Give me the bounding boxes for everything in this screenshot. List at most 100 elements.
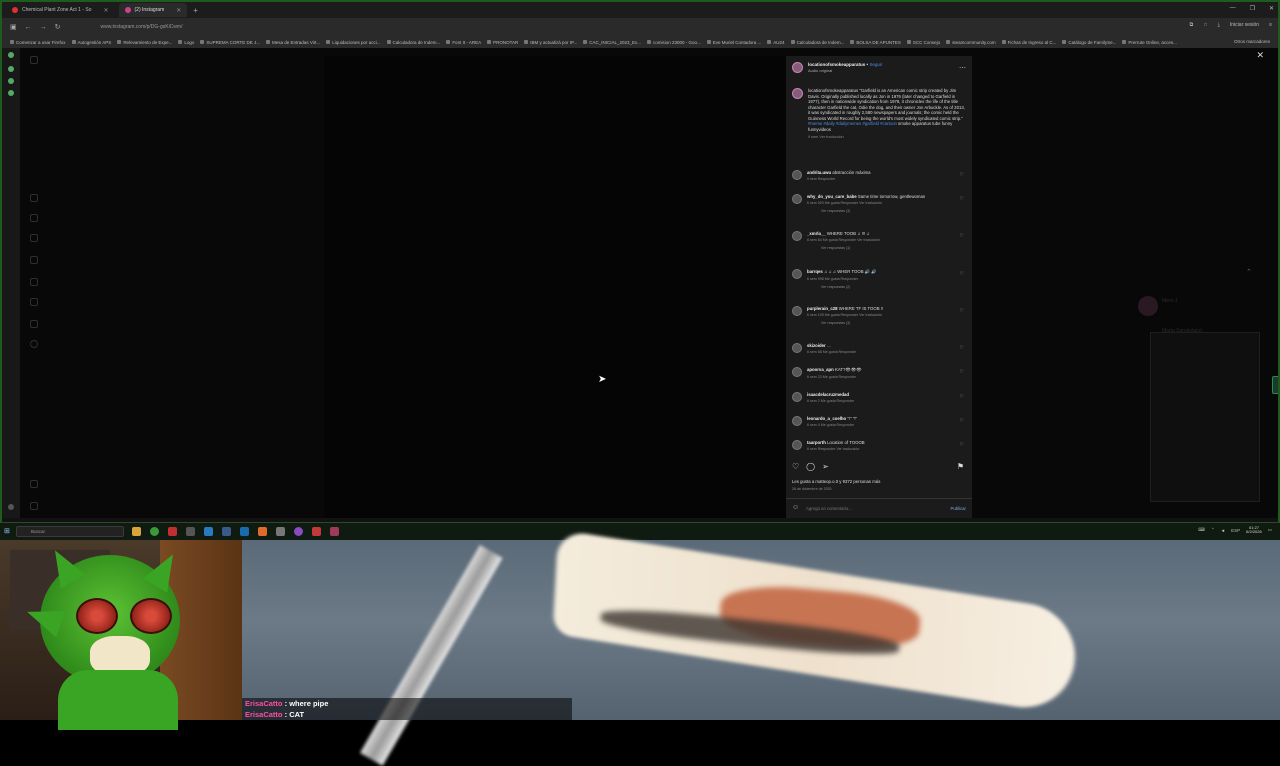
clock[interactable]: 01:27 6/2/2026	[1246, 525, 1262, 535]
bookmark-item[interactable]: Relevamiento de Expe...	[117, 40, 172, 45]
comment-username[interactable]: leonardo_a_coelho	[807, 416, 846, 421]
like-comment-icon[interactable]: ♡	[960, 172, 964, 178]
avatar[interactable]	[792, 269, 802, 279]
avatar[interactable]	[792, 231, 802, 241]
close-tab-icon[interactable]: ✕	[176, 7, 181, 14]
notifications-icon[interactable]: ▭	[1268, 527, 1272, 533]
like-comment-icon[interactable]: ♡	[960, 308, 964, 314]
bookmark-item[interactable]: Fichas de Ingreso al C...	[1001, 40, 1056, 45]
side-panel-tab[interactable]	[1272, 376, 1278, 394]
minimize-icon[interactable]: —	[1230, 5, 1236, 12]
bookmarks-icon[interactable]	[8, 90, 14, 96]
comment-username[interactable]: isaacdelacruzmedad	[807, 392, 849, 397]
volume-icon[interactable]: ◄	[1221, 528, 1225, 533]
comment-input[interactable]: Agrega un comentario...	[806, 506, 852, 511]
bookmark-item[interactable]: SUPREMA CORTE DE J...	[200, 40, 260, 45]
bookmark-item[interactable]: Liquidaciones por acci...	[326, 40, 381, 45]
download-icon[interactable]: ⤓	[1218, 22, 1220, 28]
view-replies-link[interactable]: Ver respuestas (3)	[821, 321, 883, 325]
back-icon[interactable]: ←	[25, 24, 32, 31]
comment-username[interactable]: why_do_you_care_babe	[807, 194, 857, 199]
other-bookmarks[interactable]: Otros marcadores	[1234, 39, 1270, 44]
publish-button[interactable]: Publicar	[950, 506, 966, 511]
like-comment-icon[interactable]: ♡	[960, 271, 964, 277]
caption-hashtags[interactable]: #meme #daily #dailymemes #garfield #cart…	[808, 121, 897, 126]
obs-icon[interactable]	[294, 527, 303, 536]
vscode-icon[interactable]	[240, 527, 249, 536]
sidebar-toggle-icon[interactable]: ▣	[10, 23, 17, 31]
reel-video[interactable]	[324, 56, 786, 518]
language-indicator[interactable]: ESP	[1231, 528, 1240, 533]
emoji-icon[interactable]: ☺	[792, 504, 799, 511]
wifi-icon[interactable]: ⌃	[1211, 527, 1215, 533]
like-comment-icon[interactable]: ♡	[960, 418, 964, 424]
extensions-icon[interactable]: ⧉	[1190, 22, 1194, 28]
tab-instagram[interactable]: (2) Instagram ✕	[118, 3, 188, 17]
comment-username[interactable]: _xmrla__	[807, 231, 826, 236]
view-replies-link[interactable]: Ver respuestas (1)	[821, 246, 880, 250]
avatar[interactable]	[792, 440, 802, 450]
bookmark-item[interactable]: Calculadora de Indem...	[790, 40, 844, 45]
bookmark-item[interactable]: Catálogo de FamilySe...	[1062, 40, 1116, 45]
likes-count[interactable]: Les gusta a matteop.o.0 y 9372 personas …	[792, 479, 880, 484]
like-comment-icon[interactable]: ♡	[960, 196, 964, 202]
bookmark-item[interactable]: BOLSA DE APUNTES	[850, 40, 901, 45]
like-comment-icon[interactable]: ♡	[960, 233, 964, 239]
avatar[interactable]	[792, 170, 802, 180]
share-icon[interactable]: ➢	[822, 462, 829, 471]
audio-label[interactable]: Audio original	[808, 68, 882, 73]
close-tab-icon[interactable]: ✕	[103, 7, 108, 14]
comment-username[interactable]: andrita.uwu	[807, 170, 831, 175]
maximize-icon[interactable]: ❐	[1250, 5, 1255, 12]
tab-chemical-plant[interactable]: Chemical Plant Zone Act 1 - So ✕	[6, 3, 115, 17]
view-replies-link[interactable]: Ver respuestas (2)	[821, 285, 877, 289]
like-icon[interactable]: ♡	[792, 462, 799, 471]
like-comment-icon[interactable]: ♡	[960, 369, 964, 375]
steam-icon[interactable]	[222, 527, 231, 536]
bookmark-item[interactable]: comision 23000 - Goo...	[646, 40, 701, 45]
post-username[interactable]: locationofsmokeapparatus	[808, 62, 865, 67]
tabs-icon[interactable]	[8, 66, 14, 72]
bookmark-item[interactable]: Logo	[178, 40, 194, 45]
app-icon[interactable]	[186, 527, 195, 536]
comment-username[interactable]: taarporth	[807, 440, 826, 445]
avatar[interactable]	[792, 392, 802, 402]
windows-start-icon[interactable]: ⊞	[4, 527, 10, 535]
follow-button[interactable]: Seguir	[869, 62, 882, 67]
file-explorer-icon[interactable]	[132, 527, 141, 536]
bookmark-item[interactable]: PRONOTAR	[487, 40, 518, 45]
chevron-up-icon[interactable]: ⌃	[1246, 268, 1252, 276]
app-icon[interactable]	[312, 527, 321, 536]
bookmark-item[interactable]: steamcommunity.com	[946, 40, 996, 45]
session-label[interactable]: Iniciar sesión	[1230, 22, 1259, 28]
bookmark-star-icon[interactable]: ☆	[1203, 22, 1207, 28]
ai-chat-icon[interactable]	[8, 52, 14, 58]
reload-icon[interactable]: ↻	[55, 23, 61, 31]
comment-username[interactable]: purplerain_c28	[807, 306, 838, 311]
more-options-icon[interactable]: ⋯	[959, 64, 966, 72]
save-icon[interactable]: ⚑	[957, 462, 964, 471]
avatar[interactable]	[792, 343, 802, 353]
keyboard-icon[interactable]: ⌨	[1198, 527, 1205, 533]
comment-username[interactable]: skizoider	[807, 343, 826, 348]
avatar[interactable]	[792, 367, 802, 377]
bookmark-item[interactable]: Font It - AREA	[446, 40, 481, 45]
history-icon[interactable]	[8, 78, 14, 84]
comment-username[interactable]: barrqes	[807, 269, 823, 274]
close-window-icon[interactable]: ✕	[1269, 5, 1274, 12]
bookmark-item[interactable]: Calculadora de Indem...	[386, 40, 440, 45]
bookmark-item[interactable]: AU24	[767, 40, 785, 45]
bookmark-item[interactable]: SCC Consejo	[906, 40, 940, 45]
chrome-icon[interactable]	[150, 527, 159, 536]
app-icon[interactable]	[330, 527, 339, 536]
firefox-icon[interactable]	[258, 527, 267, 536]
avatar[interactable]	[792, 194, 802, 204]
bookmark-item[interactable]: CAC_INICIAL_2023_Ex...	[583, 40, 641, 45]
menu-icon[interactable]: ≡	[1269, 22, 1272, 28]
avatar[interactable]	[792, 62, 803, 73]
close-modal-icon[interactable]: ✕	[1256, 50, 1264, 61]
avatar[interactable]	[792, 306, 802, 316]
avatar[interactable]	[792, 88, 803, 99]
like-comment-icon[interactable]: ♡	[960, 442, 964, 448]
new-tab-button[interactable]: +	[193, 6, 198, 15]
